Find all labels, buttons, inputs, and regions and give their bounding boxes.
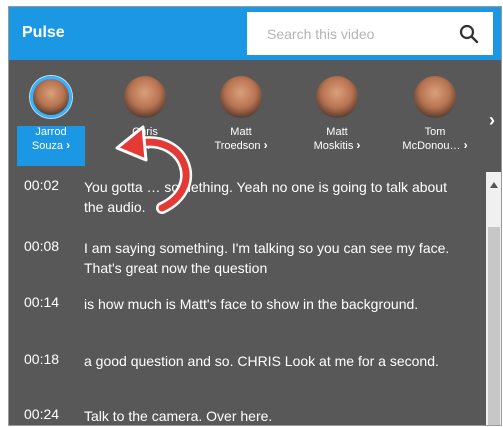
transcript-scrollbar[interactable] <box>486 172 501 425</box>
header-bar: Pulse <box>9 7 501 60</box>
app-title: Pulse <box>22 24 65 41</box>
speaker-carousel: Jarrod Souza › Chris …n › Matt Troedson › M… <box>9 60 501 172</box>
chevron-right-icon: › <box>463 138 468 152</box>
speaker-name: Matt Moskitis › <box>313 126 361 152</box>
avatar <box>124 76 166 118</box>
speaker-chris[interactable]: Chris …n › <box>109 76 181 166</box>
speaker-name: Tom McDonou… › <box>402 126 468 152</box>
speaker-matt-moskitis[interactable]: Matt Moskitis › <box>301 76 373 166</box>
speaker-name: Jarrod Souza › <box>17 126 85 166</box>
timestamp[interactable]: 00:14 <box>24 294 68 310</box>
transcript-text: a good question and so. CHRIS Look at me… <box>84 353 439 369</box>
search-box[interactable] <box>247 12 493 55</box>
speaker-tom-mcdonough[interactable]: Tom McDonou… › <box>399 76 471 166</box>
transcript-text: is how much is Matt's face to show in th… <box>84 296 419 312</box>
speaker-jarrod-souza[interactable]: Jarrod Souza › <box>15 76 87 166</box>
transcript-text: Talk to the camera. Over here. <box>84 408 273 424</box>
avatar <box>414 76 456 118</box>
search-input[interactable] <box>247 12 447 55</box>
avatar <box>220 76 262 118</box>
timestamp[interactable]: 00:18 <box>24 351 68 367</box>
timestamp[interactable]: 00:08 <box>24 238 68 254</box>
avatar <box>30 76 72 118</box>
scrollbar-thumb[interactable] <box>488 227 500 425</box>
chevron-right-icon: › <box>153 138 158 152</box>
transcript-list: 00:02 You gotta … something. Yeah no one… <box>9 172 485 425</box>
transcript-text: I am saying something. I'm talking so yo… <box>84 240 450 276</box>
timestamp[interactable]: 00:02 <box>24 177 68 193</box>
scroll-up-icon[interactable] <box>490 182 498 188</box>
chevron-right-icon: › <box>66 138 71 152</box>
search-icon[interactable] <box>459 24 479 44</box>
transcript-text: You gotta … something. Yeah no one is go… <box>84 179 447 215</box>
avatar <box>316 76 358 118</box>
speaker-matt-troedson[interactable]: Matt Troedson › <box>205 76 277 166</box>
speaker-name: Matt Troedson › <box>214 126 268 152</box>
next-speakers-arrow-icon[interactable]: › <box>489 110 501 131</box>
video-pulse-panel: Pulse JarrodSouza › Chris…n › MattTroeds… <box>8 6 502 426</box>
timestamp[interactable]: 00:24 <box>24 406 68 422</box>
speaker-name: Chris …n › <box>132 126 158 152</box>
chevron-right-icon: › <box>356 138 361 152</box>
chevron-right-icon: › <box>263 138 268 152</box>
